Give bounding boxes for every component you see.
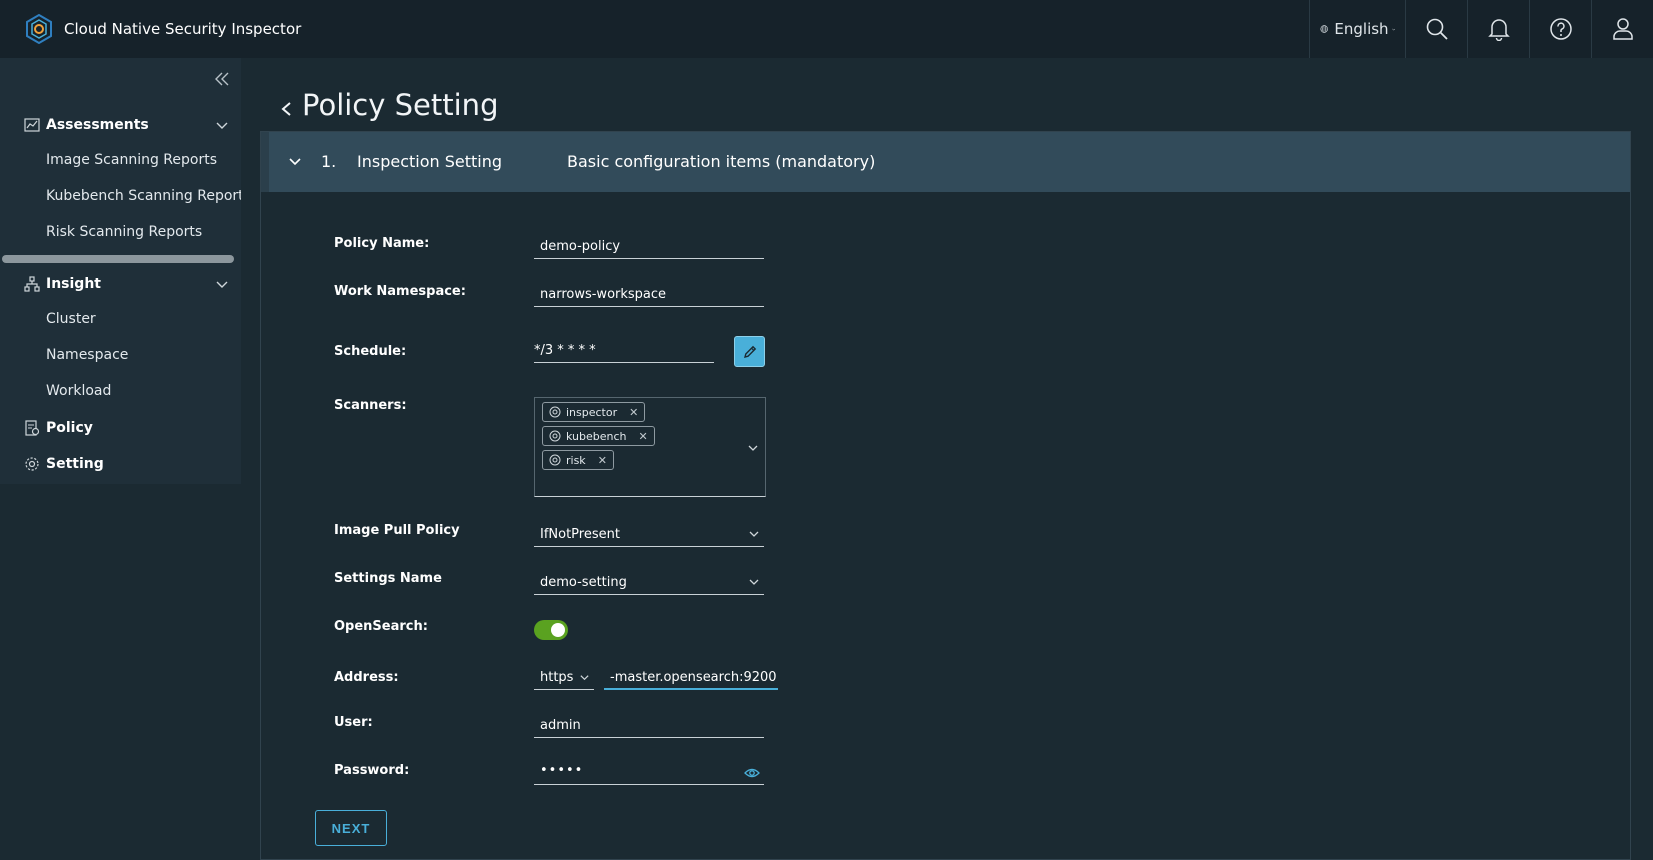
policy-name-input[interactable]: demo-policy bbox=[534, 233, 764, 259]
step-header[interactable]: 1. Inspection Setting Basic configuratio… bbox=[261, 132, 1630, 192]
hierarchy-icon bbox=[24, 276, 40, 292]
scanner-chip-label: inspector bbox=[566, 405, 618, 419]
step-panel: 1. Inspection Setting Basic configuratio… bbox=[260, 131, 1631, 860]
chevron-down-icon bbox=[216, 122, 228, 129]
user-icon bbox=[1612, 18, 1633, 40]
scanner-chip-label: kubebench bbox=[566, 429, 627, 443]
sidebar-item-kubebench-scanning-reports[interactable]: Kubebench Scanning Reports bbox=[46, 188, 241, 204]
user-input[interactable]: admin bbox=[534, 712, 764, 738]
step-number: 1. bbox=[321, 152, 337, 171]
collapse-sidebar-icon[interactable] bbox=[212, 69, 232, 89]
pencil-icon bbox=[743, 345, 756, 358]
next-button[interactable]: NEXT bbox=[315, 810, 387, 846]
address-label: Address: bbox=[334, 670, 399, 685]
page-title: Policy Setting bbox=[302, 88, 499, 122]
remove-chip-icon[interactable]: ✕ bbox=[598, 454, 607, 467]
sidebar-item-risk-scanning-reports[interactable]: Risk Scanning Reports bbox=[46, 224, 241, 240]
scanner-chip-kubebench[interactable]: kubebench ✕ bbox=[542, 426, 655, 446]
globe-icon bbox=[1320, 25, 1328, 33]
settings-name-select[interactable]: demo-setting bbox=[534, 569, 764, 595]
bell-icon bbox=[1487, 19, 1510, 41]
chevron-down-icon bbox=[289, 158, 301, 166]
sidebar-gutter bbox=[241, 58, 260, 860]
chevron-down-icon[interactable] bbox=[747, 442, 759, 454]
sidebar-item-cluster[interactable]: Cluster bbox=[46, 311, 241, 327]
scanner-icon bbox=[549, 454, 561, 466]
chart-icon bbox=[24, 118, 40, 132]
password-value: ••••• bbox=[540, 763, 584, 778]
language-selector[interactable]: English bbox=[1309, 0, 1405, 58]
sidebar-group-label: Assessments bbox=[46, 117, 149, 133]
image-pull-policy-label: Image Pull Policy bbox=[334, 523, 460, 538]
edit-schedule-button[interactable] bbox=[734, 336, 765, 367]
search-icon bbox=[1426, 18, 1448, 40]
sidebar-item-label: Policy bbox=[46, 420, 93, 436]
scanner-icon bbox=[549, 430, 561, 442]
user-menu-button[interactable] bbox=[1591, 0, 1653, 58]
sidebar-item-label: Setting bbox=[46, 456, 104, 472]
sidebar-item-image-scanning-reports[interactable]: Image Scanning Reports bbox=[46, 152, 241, 168]
app-title: Cloud Native Security Inspector bbox=[64, 20, 302, 38]
user-label: User: bbox=[334, 715, 373, 730]
sidebar-group-assessments[interactable]: Assessments bbox=[0, 113, 241, 137]
eye-icon[interactable] bbox=[744, 766, 760, 780]
scanners-label: Scanners: bbox=[334, 398, 407, 413]
back-arrow-icon[interactable] bbox=[278, 98, 294, 120]
search-button[interactable] bbox=[1405, 0, 1467, 58]
sidebar-item-policy[interactable]: Policy bbox=[0, 416, 241, 440]
password-label: Password: bbox=[334, 763, 410, 778]
sidebar-item-setting[interactable]: Setting bbox=[0, 452, 241, 476]
policy-name-label: Policy Name: bbox=[334, 236, 430, 251]
help-icon bbox=[1549, 18, 1572, 40]
sidebar-group-insight[interactable]: Insight bbox=[0, 272, 241, 296]
scanner-chip-label: risk bbox=[566, 453, 586, 467]
chevron-down-icon bbox=[749, 579, 759, 585]
policy-icon bbox=[25, 420, 40, 436]
image-pull-policy-value: IfNotPresent bbox=[540, 527, 620, 542]
address-protocol-select[interactable]: https bbox=[534, 664, 594, 690]
step-title: Inspection Setting bbox=[357, 152, 503, 171]
work-namespace-input[interactable]: narrows-workspace bbox=[534, 281, 764, 307]
app-logo-icon bbox=[26, 14, 52, 44]
settings-name-value: demo-setting bbox=[540, 575, 627, 590]
sidebar-item-namespace[interactable]: Namespace bbox=[46, 347, 241, 363]
password-input[interactable]: ••••• bbox=[534, 759, 764, 785]
schedule-label: Schedule: bbox=[334, 344, 407, 359]
chevron-down-icon bbox=[216, 281, 228, 288]
chevron-down-icon bbox=[580, 675, 589, 681]
help-button[interactable] bbox=[1529, 0, 1591, 58]
scanner-chip-risk[interactable]: risk ✕ bbox=[542, 450, 614, 470]
address-protocol-value: https bbox=[540, 670, 574, 685]
gear-icon bbox=[25, 457, 39, 471]
opensearch-toggle[interactable] bbox=[534, 620, 568, 640]
opensearch-label: OpenSearch: bbox=[334, 619, 428, 634]
step-description: Basic configuration items (mandatory) bbox=[567, 152, 876, 171]
chevron-down-icon bbox=[749, 531, 759, 537]
sidebar-item-workload[interactable]: Workload bbox=[46, 383, 241, 399]
work-namespace-label: Work Namespace: bbox=[334, 284, 466, 299]
brand[interactable]: Cloud Native Security Inspector bbox=[0, 0, 301, 58]
remove-chip-icon[interactable]: ✕ bbox=[629, 406, 638, 419]
sidebar: Assessments Image Scanning Reports Kubeb… bbox=[0, 58, 241, 484]
remove-chip-icon[interactable]: ✕ bbox=[639, 430, 648, 443]
notifications-button[interactable] bbox=[1467, 0, 1529, 58]
language-label: English bbox=[1334, 20, 1389, 38]
scanner-chip-inspector[interactable]: inspector ✕ bbox=[542, 402, 646, 422]
scanners-multiselect[interactable]: inspector ✕ kubebench ✕ risk ✕ bbox=[534, 397, 766, 497]
chevron-down-icon bbox=[1391, 28, 1395, 31]
toggle-knob bbox=[551, 623, 565, 637]
app-header: Cloud Native Security Inspector English bbox=[0, 0, 1653, 58]
sidebar-group-label: Insight bbox=[46, 276, 101, 292]
scanner-icon bbox=[549, 406, 561, 418]
image-pull-policy-select[interactable]: IfNotPresent bbox=[534, 521, 764, 547]
sidebar-horizontal-scrollbar[interactable] bbox=[2, 255, 234, 263]
settings-name-label: Settings Name bbox=[334, 571, 442, 586]
address-input[interactable]: -master.opensearch:9200 bbox=[604, 664, 778, 690]
schedule-input[interactable]: */3 * * * * bbox=[534, 337, 714, 363]
